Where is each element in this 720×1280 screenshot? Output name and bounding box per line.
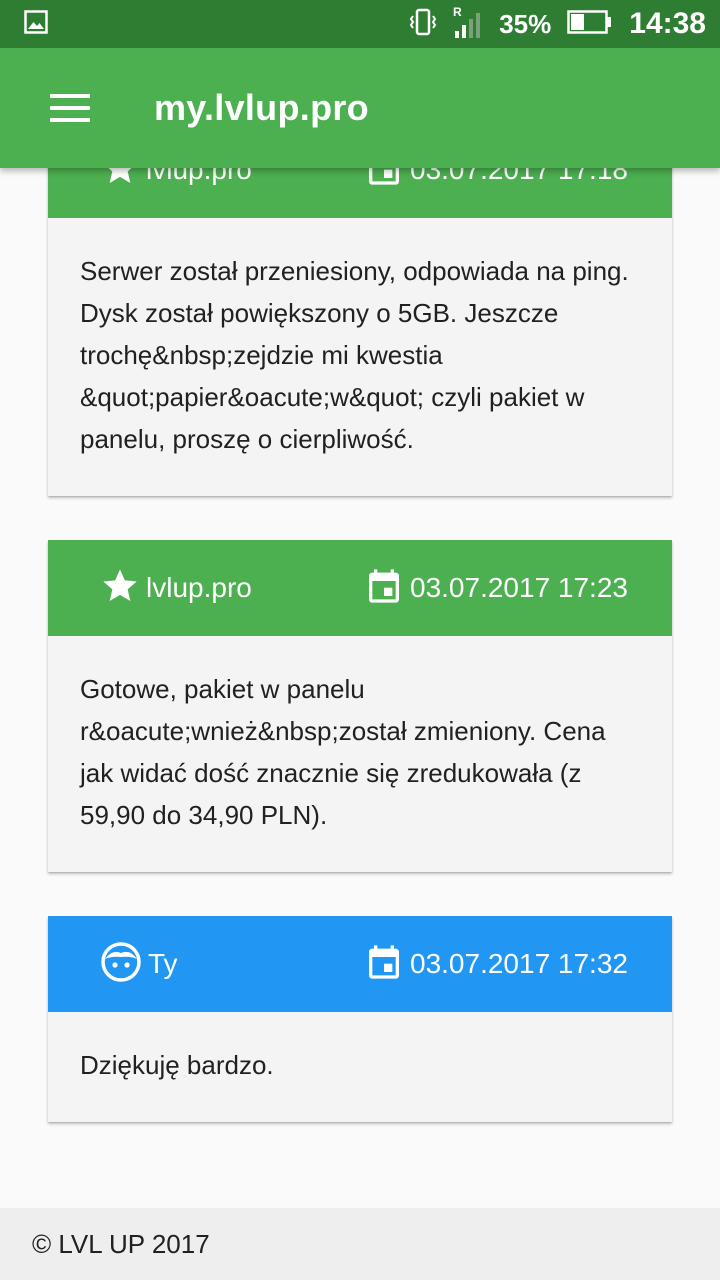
image-icon xyxy=(24,9,48,39)
footer: © LVL UP 2017 xyxy=(0,1208,720,1280)
hamburger-menu-icon[interactable] xyxy=(50,94,90,122)
message-date: 03.07.2017 17:32 xyxy=(364,916,628,1012)
status-time: 14:38 xyxy=(629,7,706,40)
roaming-indicator: R xyxy=(453,5,462,19)
app-bar: my.lvlup.pro xyxy=(0,48,720,168)
star-icon xyxy=(100,566,140,611)
message-header: lvlup.pro 03.07.2017 17:23 xyxy=(48,540,672,636)
message-card: lvlup.pro 03.07.2017 17:18 Serwer został… xyxy=(48,122,672,496)
message-text: Gotowe, pakiet w panelu r&oacute;wnież&n… xyxy=(80,674,606,830)
battery-icon xyxy=(567,9,613,40)
vibrate-icon xyxy=(409,7,437,42)
message-author: Ty xyxy=(100,916,178,1012)
message-header: Ty 03.07.2017 17:32 xyxy=(48,916,672,1012)
footer-copyright: © LVL UP 2017 xyxy=(32,1228,210,1259)
face-icon xyxy=(100,941,142,988)
author-name: Ty xyxy=(148,948,178,979)
signal-icon: R xyxy=(453,5,483,44)
message-card: Ty 03.07.2017 17:32 Dziękuję bardzo. xyxy=(48,916,672,1122)
message-text: Dziękuję bardzo. xyxy=(80,1050,274,1080)
message-date: 03.07.2017 17:23 xyxy=(364,540,628,636)
message-text: Serwer został przeniesiony, odpowiada na… xyxy=(80,256,629,454)
date-text: 03.07.2017 17:32 xyxy=(410,948,628,979)
author-name: lvlup.pro xyxy=(146,572,252,603)
message-card: lvlup.pro 03.07.2017 17:23 Gotowe, pakie… xyxy=(48,540,672,872)
date-text: 03.07.2017 17:23 xyxy=(410,572,628,603)
calendar-icon xyxy=(364,942,404,987)
message-author: lvlup.pro xyxy=(100,540,252,636)
status-bar: R 35% 14:38 xyxy=(0,0,720,48)
calendar-icon xyxy=(364,566,404,611)
app-title: my.lvlup.pro xyxy=(154,87,369,128)
battery-percent: 35% xyxy=(499,8,552,39)
